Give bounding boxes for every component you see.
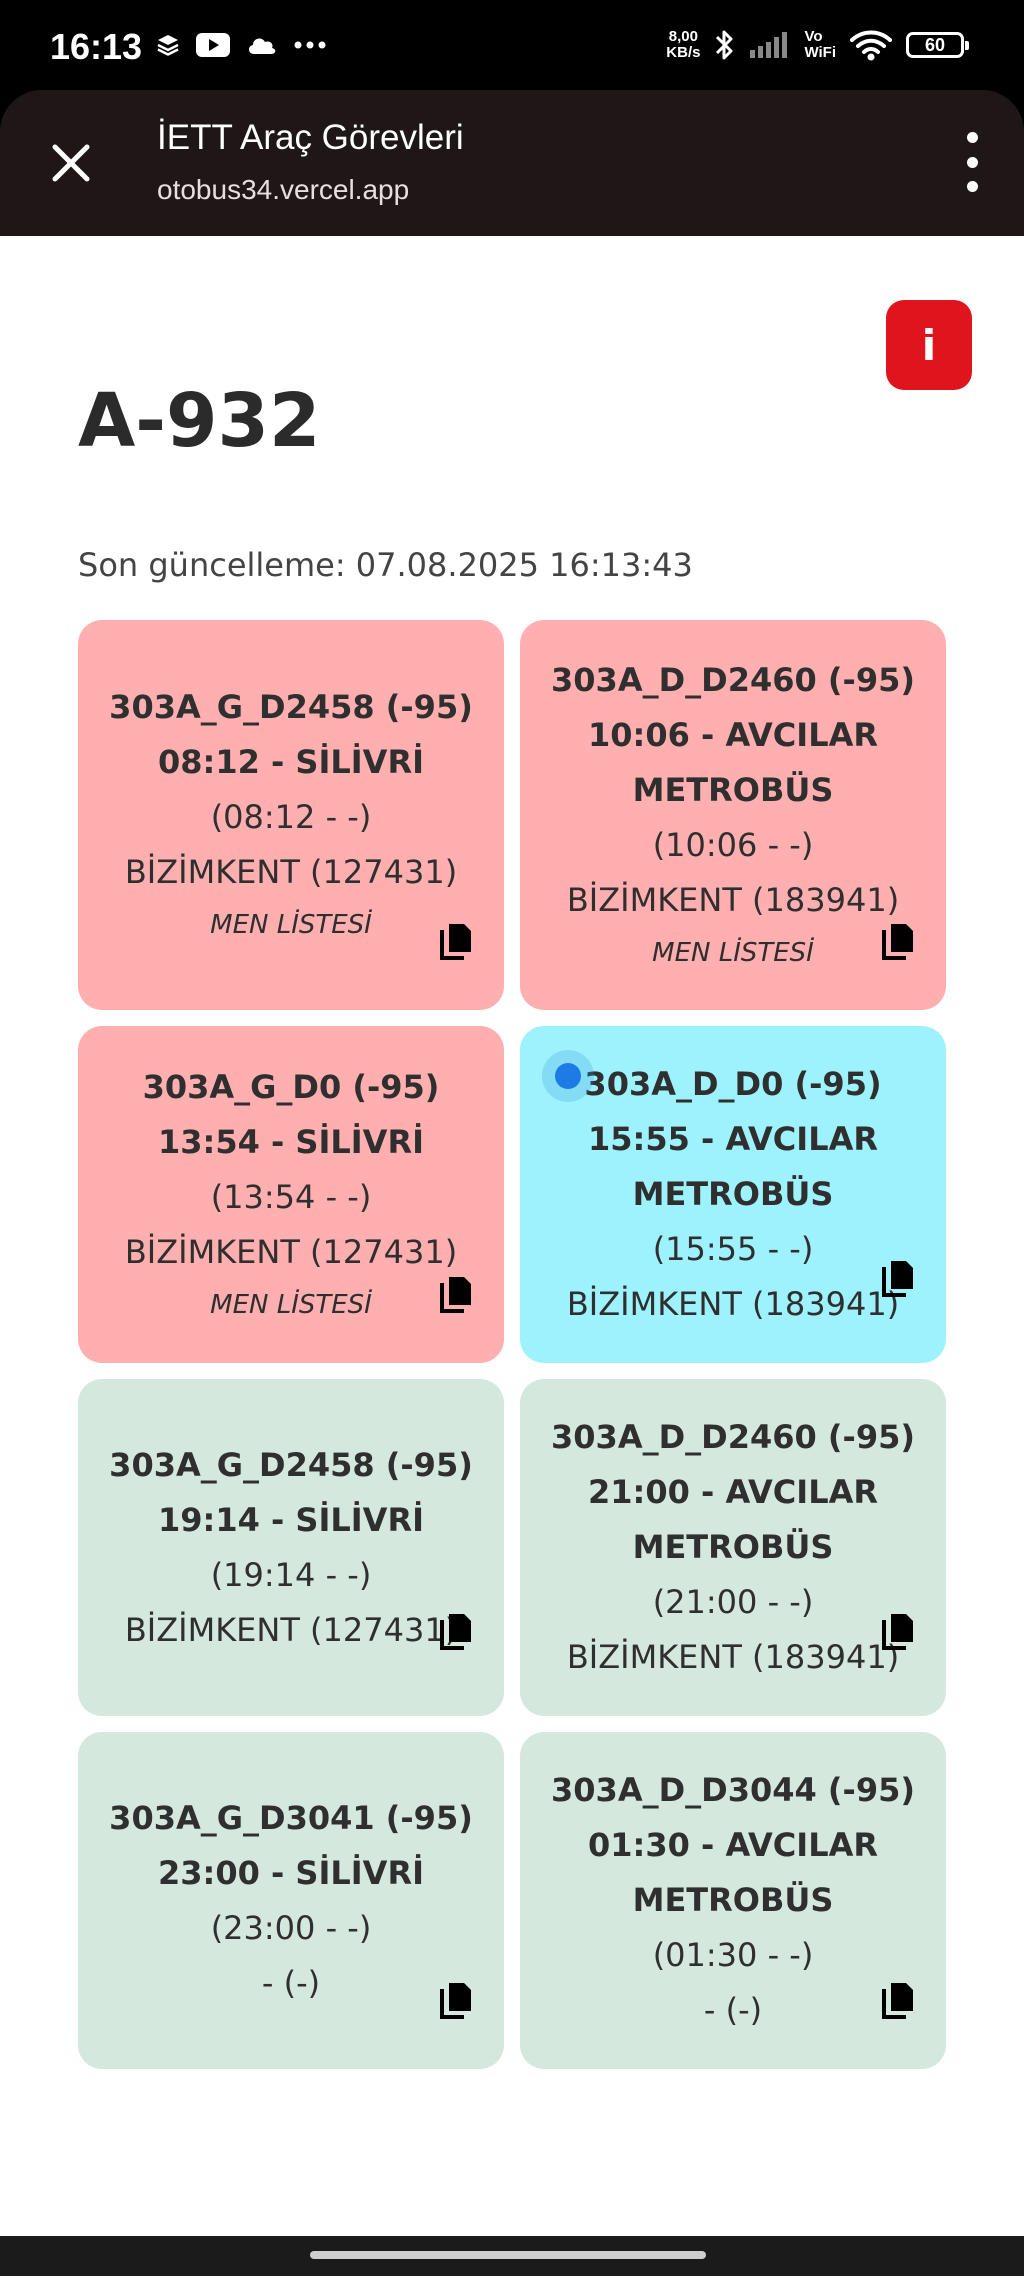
network-speed: 8,00 KB/s [666, 28, 701, 61]
task-route: 303A_D_D3044 (-95) [551, 1771, 915, 1809]
more-vert-icon[interactable] [960, 132, 984, 192]
vowifi-indicator: Vo WiFi [804, 28, 836, 61]
men-list-link[interactable]: MEN LİSTESİ [210, 1280, 372, 1330]
status-bar: 16:13 8,00 KB/s Vo WiFi 60 [0, 0, 1024, 90]
men-list-link[interactable]: MEN LİSTESİ [210, 900, 372, 950]
task-depot: BİZİMKENT (127431) [124, 1232, 458, 1271]
copy-icon [440, 1614, 471, 1650]
copy-button[interactable] [438, 1612, 474, 1652]
page-url[interactable]: otobus34.vercel.app [157, 174, 409, 206]
cloud-icon [248, 38, 276, 54]
task-route: 303A_D_D0 (-95) [584, 1065, 882, 1103]
battery-icon: 60 [906, 32, 969, 58]
task-card-current[interactable]: 303A_D_D0 (-95) 15:55 - AVCILAR METROBÜS… [520, 1026, 946, 1363]
youtube-icon [196, 33, 230, 57]
task-route: 303A_G_D2458 (-95) [109, 1445, 473, 1484]
copy-icon [440, 924, 471, 960]
signal-icon [750, 32, 788, 58]
copy-icon [882, 1983, 913, 2019]
task-time-destination: 13:54 - SİLİVRİ [158, 1122, 424, 1161]
wifi-icon [850, 30, 892, 61]
task-time-destination: 08:12 - SİLİVRİ [158, 743, 424, 781]
copy-icon [882, 924, 913, 960]
task-card[interactable]: 303A_D_D3044 (-95) 01:30 - AVCILAR METRO… [520, 1732, 946, 2069]
task-card[interactable]: 303A_G_D2458 (-95) 08:12 - SİLİVRİ (08:1… [78, 620, 504, 1010]
page-title: A-932 [78, 378, 321, 464]
status-system-icons: 8,00 KB/s Vo WiFi 60 [666, 28, 969, 62]
task-depot: BİZİMKENT (127431) [124, 853, 458, 891]
copy-button[interactable] [880, 1981, 916, 2021]
browser-header: İETT Araç Görevleri otobus34.vercel.app [0, 90, 1024, 236]
task-time-range: (15:55 - -) [652, 1230, 814, 1268]
copy-button[interactable] [880, 1612, 916, 1652]
browser-header-bar: İETT Araç Görevleri otobus34.vercel.app [0, 90, 1024, 236]
status-notification-icons [156, 33, 326, 57]
info-button[interactable]: i [886, 300, 972, 390]
page-tab-title: İETT Araç Görevleri [157, 118, 464, 157]
copy-icon [440, 1277, 471, 1313]
copy-button[interactable] [880, 922, 916, 962]
battery-level: 60 [924, 34, 946, 55]
copy-icon [882, 1614, 913, 1650]
task-time-destination: 23:00 - SİLİVRİ [158, 1853, 424, 1892]
copy-icon [440, 1983, 471, 2019]
task-depot: BİZİMKENT (183941) [566, 880, 900, 919]
task-depot: - (-) [703, 1991, 763, 2029]
task-grid: 303A_G_D2458 (-95) 08:12 - SİLİVRİ (08:1… [78, 620, 946, 2069]
men-list-link[interactable]: MEN LİSTESİ [652, 928, 814, 978]
copy-button[interactable] [438, 1981, 474, 2021]
status-time: 16:13 [50, 26, 143, 67]
task-time-range: (23:00 - -) [210, 1908, 372, 1947]
info-icon: i [921, 320, 937, 370]
close-icon [52, 144, 90, 182]
task-card[interactable]: 303A_G_D0 (-95) 13:54 - SİLİVRİ (13:54 -… [78, 1026, 504, 1363]
task-time-destination: 19:14 - SİLİVRİ [158, 1500, 424, 1539]
task-route: 303A_G_D2458 (-95) [109, 688, 473, 726]
task-time-range: (10:06 - -) [652, 825, 814, 864]
home-indicator[interactable] [310, 2251, 706, 2259]
task-depot: BİZİMKENT (183941) [566, 1285, 900, 1323]
task-route: 303A_G_D0 (-95) [142, 1067, 440, 1106]
copy-button[interactable] [880, 1259, 916, 1299]
task-time-range: (21:00 - -) [652, 1583, 814, 1621]
last-update-text: Son güncelleme: 07.08.2025 16:13:43 [78, 546, 693, 584]
task-depot: BİZİMKENT (183941) [566, 1638, 900, 1676]
copy-button[interactable] [438, 1275, 474, 1315]
bluetooth-icon [716, 30, 733, 60]
task-card[interactable]: 303A_G_D2458 (-95) 19:14 - SİLİVRİ (19:1… [78, 1379, 504, 1716]
task-time-destination: 21:00 - AVCILAR METROBÜS [588, 1473, 878, 1566]
task-route: 303A_G_D3041 (-95) [109, 1798, 473, 1837]
task-time-destination: 01:30 - AVCILAR METROBÜS [588, 1826, 878, 1919]
copy-icon [882, 1261, 913, 1297]
task-time-destination: 15:55 - AVCILAR METROBÜS [588, 1120, 878, 1213]
task-card[interactable]: 303A_G_D3041 (-95) 23:00 - SİLİVRİ (23:0… [78, 1732, 504, 2069]
layers-icon [157, 35, 179, 56]
task-time-range: (19:14 - -) [210, 1555, 372, 1594]
task-time-destination: 10:06 - AVCILAR METROBÜS [588, 715, 878, 809]
task-card[interactable]: 303A_D_D2460 (-95) 21:00 - AVCILAR METRO… [520, 1379, 946, 1716]
task-depot: BİZİMKENT (127431) [124, 1610, 458, 1649]
task-time-range: (08:12 - -) [210, 798, 372, 836]
task-time-range: (13:54 - -) [210, 1177, 372, 1216]
task-depot: - (-) [261, 1963, 321, 2002]
live-indicator [542, 1050, 594, 1102]
task-time-range: (01:30 - -) [652, 1936, 814, 1974]
close-button[interactable] [46, 138, 96, 188]
more-notifications-icon [294, 41, 326, 49]
task-card[interactable]: 303A_D_D2460 (-95) 10:06 - AVCILAR METRO… [520, 620, 946, 1010]
task-route: 303A_D_D2460 (-95) [551, 1418, 915, 1456]
task-route: 303A_D_D2460 (-95) [551, 660, 915, 699]
copy-button[interactable] [438, 922, 474, 962]
